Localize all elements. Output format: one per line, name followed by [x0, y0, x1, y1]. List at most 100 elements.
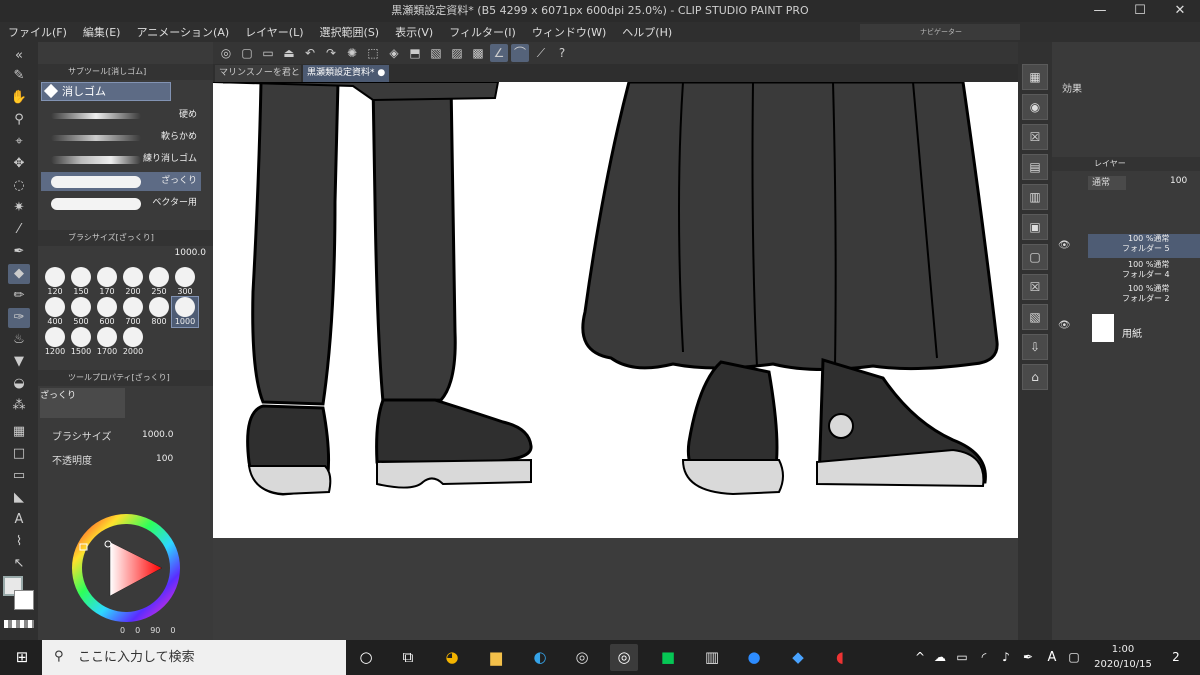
- cortana-icon[interactable]: ○: [352, 644, 380, 671]
- menu-view[interactable]: 表示(V): [387, 24, 441, 40]
- balloon-icon[interactable]: ⌇: [8, 532, 30, 552]
- taskbar-search-input[interactable]: ここに入力して検索: [42, 640, 346, 675]
- brush-size-preset[interactable]: 800: [146, 297, 172, 327]
- auto-action-icon[interactable]: ☒: [1022, 274, 1048, 300]
- zoom-icon[interactable]: ⚲: [8, 110, 30, 130]
- menu-layer[interactable]: レイヤー(L): [237, 24, 311, 40]
- pen-small-icon[interactable]: ✎: [8, 66, 30, 86]
- taskbar-clock[interactable]: 1:00 2020/10/15: [1085, 642, 1161, 672]
- text-icon[interactable]: A: [8, 510, 30, 530]
- ime-icon[interactable]: ▢: [1060, 644, 1088, 671]
- tab-character-sheet[interactable]: 黒瀬類設定資料* ●: [303, 65, 389, 82]
- tab-marine-snow[interactable]: マリンスノーを君と ✕: [215, 65, 301, 95]
- layer-opacity-value[interactable]: 100: [1170, 176, 1187, 186]
- brush-size-preset[interactable]: 700: [120, 297, 146, 327]
- droplets-icon[interactable]: ⁂: [8, 396, 30, 416]
- tone-icon[interactable]: ▣: [1022, 214, 1048, 240]
- assist-icon[interactable]: ⌂: [1022, 364, 1048, 390]
- redo-icon[interactable]: ↷: [322, 44, 340, 62]
- snap-curve-icon[interactable]: ⌒: [511, 44, 529, 62]
- color-wheel[interactable]: [70, 512, 182, 624]
- undo-icon[interactable]: ↶: [301, 44, 319, 62]
- correct-line-icon[interactable]: ↖: [8, 554, 30, 574]
- new-file-icon[interactable]: ▢: [238, 44, 256, 62]
- brush-size-field[interactable]: 1000.0: [142, 430, 174, 440]
- app-icon[interactable]: ◆: [784, 644, 812, 671]
- line-icon[interactable]: ■: [654, 644, 682, 671]
- blend-icon[interactable]: ◒: [8, 374, 30, 394]
- pencil-icon[interactable]: ✏: [8, 286, 30, 306]
- brush-size-preset[interactable]: 1700: [94, 327, 120, 357]
- menu-animation[interactable]: アニメーション(A): [128, 24, 237, 40]
- brush-size-value[interactable]: 1000.0: [156, 248, 207, 258]
- close-button[interactable]: ✕: [1160, 0, 1200, 22]
- layer-folder-4[interactable]: 100 %通常 フォルダー 4: [1088, 260, 1200, 284]
- help-bubble-icon[interactable]: ?: [553, 44, 571, 62]
- chrome-icon[interactable]: ◕: [438, 644, 466, 671]
- blend-mode-select[interactable]: 通常: [1088, 176, 1126, 190]
- gradient-icon[interactable]: ▦: [8, 422, 30, 442]
- menu-window[interactable]: ウィンドウ(W): [524, 24, 614, 40]
- fill-bucket-icon[interactable]: ▼: [8, 352, 30, 372]
- brush-size-preset[interactable]: 2000: [120, 327, 146, 357]
- transform-icon[interactable]: ⬒: [406, 44, 424, 62]
- snap-pen-icon[interactable]: ⟋: [532, 44, 550, 62]
- download-icon[interactable]: ⇩: [1022, 334, 1048, 360]
- layer-folder-5[interactable]: 100 %通常 フォルダー 5: [1088, 234, 1200, 258]
- eye-icon[interactable]: 👁: [1058, 240, 1071, 251]
- layer-folder-2[interactable]: 100 %通常 フォルダー 2: [1088, 284, 1200, 308]
- brush-size-preset[interactable]: 500: [68, 297, 94, 327]
- rectangle-icon[interactable]: □: [8, 444, 30, 464]
- eye-icon[interactable]: 👁: [1058, 320, 1071, 331]
- snap-ruler-icon[interactable]: ▨: [448, 44, 466, 62]
- snap-special-ruler-icon[interactable]: ▩: [469, 44, 487, 62]
- brush-size-preset[interactable]: 170: [94, 267, 120, 297]
- clear-selection-icon[interactable]: ⬚: [364, 44, 382, 62]
- brush-size-preset[interactable]: 200: [120, 267, 146, 297]
- navigator-icon[interactable]: ◉: [1022, 94, 1048, 120]
- move-icon[interactable]: ✥: [8, 154, 30, 174]
- file-explorer-icon[interactable]: ▆: [482, 644, 510, 671]
- opacity-field[interactable]: 100: [156, 454, 173, 464]
- layer-property-icon[interactable]: ▤: [1022, 154, 1048, 180]
- brush-size-preset[interactable]: 600: [94, 297, 120, 327]
- brush-size-preset[interactable]: 400: [42, 297, 68, 327]
- snap-grid-icon[interactable]: ∠: [490, 44, 508, 62]
- windows-start-icon[interactable]: ⊞: [8, 644, 36, 671]
- hand-icon[interactable]: ✋: [8, 88, 30, 108]
- clip-studio-icon[interactable]: ◎: [217, 44, 235, 62]
- material-icon[interactable]: ▦: [1022, 64, 1048, 90]
- brush-size-preset[interactable]: 1000: [171, 296, 199, 328]
- drawing-canvas[interactable]: [213, 82, 1018, 540]
- brush-size-preset[interactable]: 250: [146, 267, 172, 297]
- task-view-icon[interactable]: ⧉: [394, 644, 422, 671]
- item-bank-icon[interactable]: ▧: [1022, 304, 1048, 330]
- collapse-arrows-icon[interactable]: «: [8, 46, 30, 66]
- brush-size-preset[interactable]: 120: [42, 267, 68, 297]
- ruler-icon[interactable]: ◣: [8, 488, 30, 508]
- layer-paper[interactable]: 用紙: [1088, 312, 1200, 342]
- brush-vector[interactable]: ベクター用: [41, 194, 201, 213]
- menu-edit[interactable]: 編集(E): [75, 24, 129, 40]
- menu-help[interactable]: ヘルプ(H): [614, 24, 680, 40]
- loading-icon[interactable]: ✺: [343, 44, 361, 62]
- subtool-group-eraser[interactable]: 消しゴム: [41, 82, 171, 101]
- minimize-button[interactable]: —: [1080, 0, 1120, 22]
- menu-selection[interactable]: 選択範囲(S): [312, 24, 388, 40]
- notification-count[interactable]: 2: [1162, 644, 1190, 671]
- eyedropper-icon[interactable]: ⁄: [8, 220, 30, 240]
- brush-kneaded[interactable]: 練り消しゴム: [41, 150, 201, 169]
- save-icon[interactable]: ⏏: [280, 44, 298, 62]
- brush-soft[interactable]: 軟らかめ: [41, 128, 201, 147]
- clip-studio-paint-icon[interactable]: ◎: [610, 644, 638, 671]
- transparent-color-swatch[interactable]: [4, 620, 34, 628]
- paint-app-icon[interactable]: ◖: [826, 644, 854, 671]
- brush-size-preset[interactable]: 1500: [68, 327, 94, 357]
- menu-filter[interactable]: フィルター(I): [441, 24, 524, 40]
- sub-color-swatch[interactable]: [14, 590, 34, 610]
- open-folder-icon[interactable]: ▭: [259, 44, 277, 62]
- brush-rough[interactable]: ざっくり: [41, 172, 201, 191]
- pen-icon[interactable]: ✒: [8, 242, 30, 262]
- lasso-icon[interactable]: ◌: [8, 176, 30, 196]
- airbrush-icon[interactable]: ♨: [8, 330, 30, 350]
